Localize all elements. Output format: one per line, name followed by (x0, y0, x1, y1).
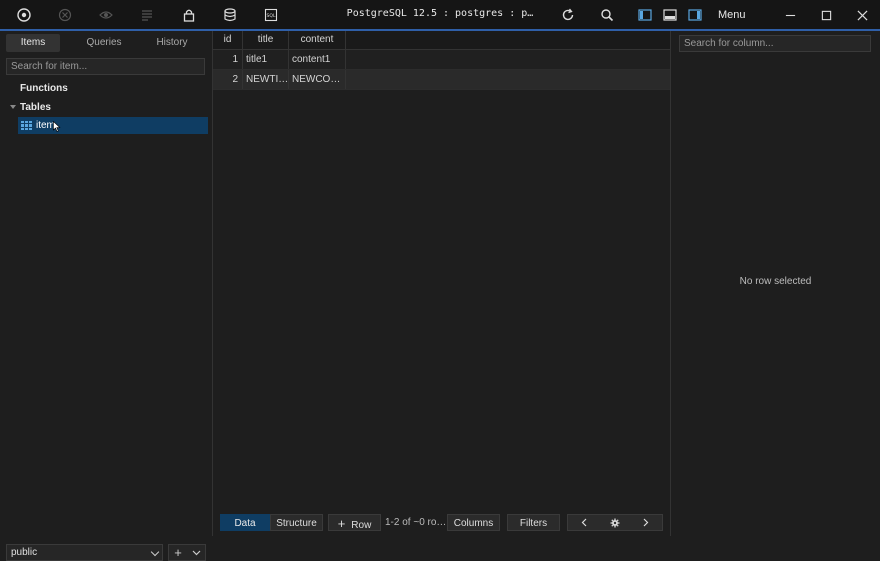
search-icon[interactable] (599, 7, 615, 23)
add-icon: + (337, 516, 346, 531)
row-detail-panel: Search for column... No row selected (671, 31, 880, 536)
columns-button[interactable]: Columns (447, 514, 500, 531)
mouse-cursor-icon (53, 121, 61, 132)
table-icon (21, 121, 32, 130)
title-bar: SQL PostgreSQL 12.5 : postgres : p… Menu (0, 0, 880, 31)
svg-text:SQL: SQL (267, 13, 276, 19)
table-row[interactable]: 2 NEWTI… NEWCO… (213, 70, 670, 90)
tree-node-functions[interactable]: Functions (20, 83, 68, 94)
add-icon[interactable]: + (169, 545, 187, 560)
disconnect-icon[interactable] (57, 7, 73, 23)
tree-item-table[interactable]: item (18, 117, 208, 134)
empty-state-message: No row selected (739, 276, 812, 287)
tab-queries[interactable]: Queries (70, 34, 138, 52)
minimize-icon[interactable] (781, 6, 799, 24)
menu-button[interactable]: Menu (718, 9, 746, 21)
lock-icon[interactable] (181, 7, 197, 23)
previous-page-icon[interactable] (568, 515, 599, 530)
schema-actions: + (168, 544, 206, 561)
tree-node-tables[interactable]: Tables (20, 102, 51, 113)
structure-tab-button[interactable]: Structure (270, 514, 323, 531)
sql-icon[interactable]: SQL (263, 7, 279, 23)
toggle-bottom-panel-icon[interactable] (662, 7, 678, 23)
column-header-id[interactable]: id (213, 31, 243, 49)
tab-items[interactable]: Items (6, 34, 60, 52)
sidebar: Items Queries History Search for item...… (0, 31, 213, 561)
add-row-button[interactable]: + Row (328, 514, 381, 531)
toggle-left-panel-icon[interactable] (637, 7, 653, 23)
chevron-down-icon[interactable] (187, 545, 205, 560)
data-tab-button[interactable]: Data (220, 514, 270, 531)
column-header-title[interactable]: title (243, 31, 289, 49)
grid-header: id title content (213, 31, 670, 50)
row-count: 1-2 of ~0 ro… (385, 517, 447, 528)
schema-select[interactable]: public (6, 544, 163, 561)
pagination-controls (567, 514, 663, 531)
tab-history[interactable]: History (138, 34, 206, 52)
chevron-down-icon (150, 547, 160, 557)
filters-button[interactable]: Filters (507, 514, 560, 531)
close-icon[interactable] (853, 6, 871, 24)
eye-icon[interactable] (98, 7, 114, 23)
logo-icon[interactable] (16, 7, 32, 23)
column-header-content[interactable]: content (289, 31, 346, 49)
search-items-input[interactable]: Search for item... (6, 58, 205, 75)
table-row[interactable]: 1 title1 content1 (213, 50, 670, 70)
grid-toolbar: Data Structure + Row 1-2 of ~0 ro… Column… (213, 514, 670, 536)
cell-id[interactable]: 2 (213, 70, 243, 89)
add-row-label: Row (351, 520, 372, 531)
maximize-icon[interactable] (817, 6, 835, 24)
sidebar-tabs: Items Queries History (6, 34, 206, 52)
cell-title[interactable]: NEWTI… (243, 70, 289, 89)
cell-content[interactable]: NEWCO… (289, 70, 346, 89)
search-columns-input[interactable]: Search for column... (679, 35, 871, 52)
refresh-icon[interactable] (560, 7, 576, 23)
cell-content[interactable]: content1 (289, 50, 346, 69)
schema-value: public (11, 547, 38, 558)
settings-gear-icon[interactable] (599, 515, 630, 530)
window-title: PostgreSQL 12.5 : postgres : p… (346, 8, 534, 19)
database-icon[interactable] (222, 7, 238, 23)
next-page-icon[interactable] (631, 515, 662, 530)
list-icon[interactable] (139, 7, 155, 23)
cell-id[interactable]: 1 (213, 50, 243, 69)
toggle-right-panel-icon[interactable] (687, 7, 703, 23)
cell-title[interactable]: title1 (243, 50, 289, 69)
expand-arrow-icon[interactable] (10, 105, 16, 109)
data-grid-panel: id title content 1 title1 content1 2 NEW… (213, 31, 671, 536)
